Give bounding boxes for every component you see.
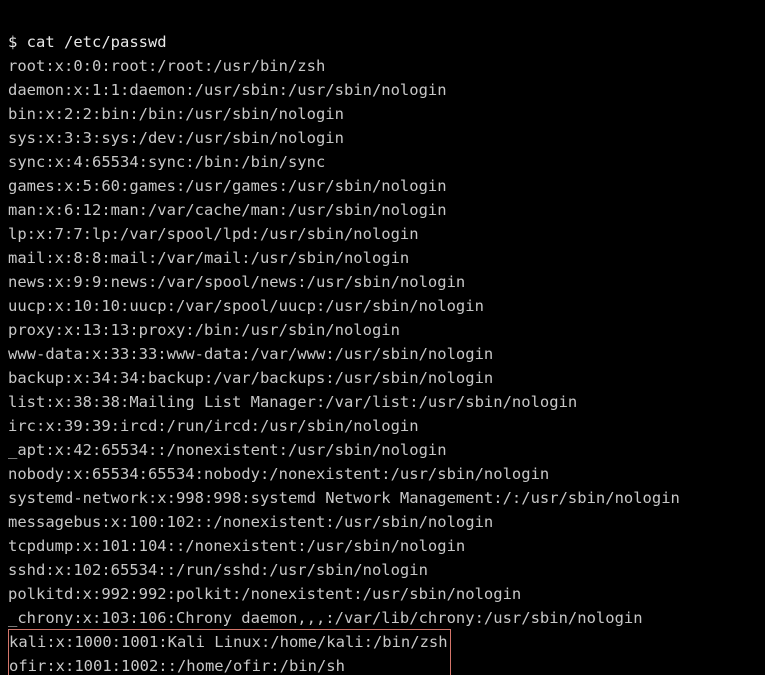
passwd-line: messagebus:x:100:102::/nonexistent:/usr/… — [8, 510, 757, 534]
terminal[interactable]: $ cat /etc/passwdroot:x:0:0:root:/root:/… — [0, 0, 765, 675]
passwd-line: uucp:x:10:10:uucp:/var/spool/uucp:/usr/s… — [8, 294, 757, 318]
passwd-line: mail:x:8:8:mail:/var/mail:/usr/sbin/nolo… — [8, 246, 757, 270]
passwd-line: proxy:x:13:13:proxy:/bin:/usr/sbin/nolog… — [8, 318, 757, 342]
output-block: root:x:0:0:root:/root:/usr/bin/zshdaemon… — [8, 54, 757, 630]
passwd-line: games:x:5:60:games:/usr/games:/usr/sbin/… — [8, 174, 757, 198]
passwd-line: systemd-network:x:998:998:systemd Networ… — [8, 486, 757, 510]
passwd-line: root:x:0:0:root:/root:/usr/bin/zsh — [8, 54, 757, 78]
passwd-line: polkitd:x:992:992:polkit:/nonexistent:/u… — [8, 582, 757, 606]
command-prompt: $ cat /etc/passwd — [8, 30, 757, 54]
passwd-line: list:x:38:38:Mailing List Manager:/var/l… — [8, 390, 757, 414]
passwd-line: sshd:x:102:65534::/run/sshd:/usr/sbin/no… — [8, 558, 757, 582]
passwd-line: sync:x:4:65534:sync:/bin:/bin/sync — [8, 150, 757, 174]
passwd-line-highlighted: kali:x:1000:1001:Kali Linux:/home/kali:/… — [9, 630, 448, 654]
passwd-line: lp:x:7:7:lp:/var/spool/lpd:/usr/sbin/nol… — [8, 222, 757, 246]
passwd-line: news:x:9:9:news:/var/spool/news:/usr/sbi… — [8, 270, 757, 294]
highlighted-users-box: kali:x:1000:1001:Kali Linux:/home/kali:/… — [8, 629, 451, 675]
passwd-line: irc:x:39:39:ircd:/run/ircd:/usr/sbin/nol… — [8, 414, 757, 438]
passwd-line: nobody:x:65534:65534:nobody:/nonexistent… — [8, 462, 757, 486]
passwd-line: sys:x:3:3:sys:/dev:/usr/sbin/nologin — [8, 126, 757, 150]
passwd-line: daemon:x:1:1:daemon:/usr/sbin:/usr/sbin/… — [8, 78, 757, 102]
passwd-line: tcpdump:x:101:104::/nonexistent:/usr/sbi… — [8, 534, 757, 558]
passwd-line: _apt:x:42:65534::/nonexistent:/usr/sbin/… — [8, 438, 757, 462]
passwd-line: www-data:x:33:33:www-data:/var/www:/usr/… — [8, 342, 757, 366]
passwd-line: _chrony:x:103:106:Chrony daemon,,,:/var/… — [8, 606, 757, 630]
passwd-line: bin:x:2:2:bin:/bin:/usr/sbin/nologin — [8, 102, 757, 126]
passwd-line: backup:x:34:34:backup:/var/backups:/usr/… — [8, 366, 757, 390]
passwd-line: man:x:6:12:man:/var/cache/man:/usr/sbin/… — [8, 198, 757, 222]
passwd-line-highlighted: ofir:x:1001:1002::/home/ofir:/bin/sh — [9, 654, 448, 675]
